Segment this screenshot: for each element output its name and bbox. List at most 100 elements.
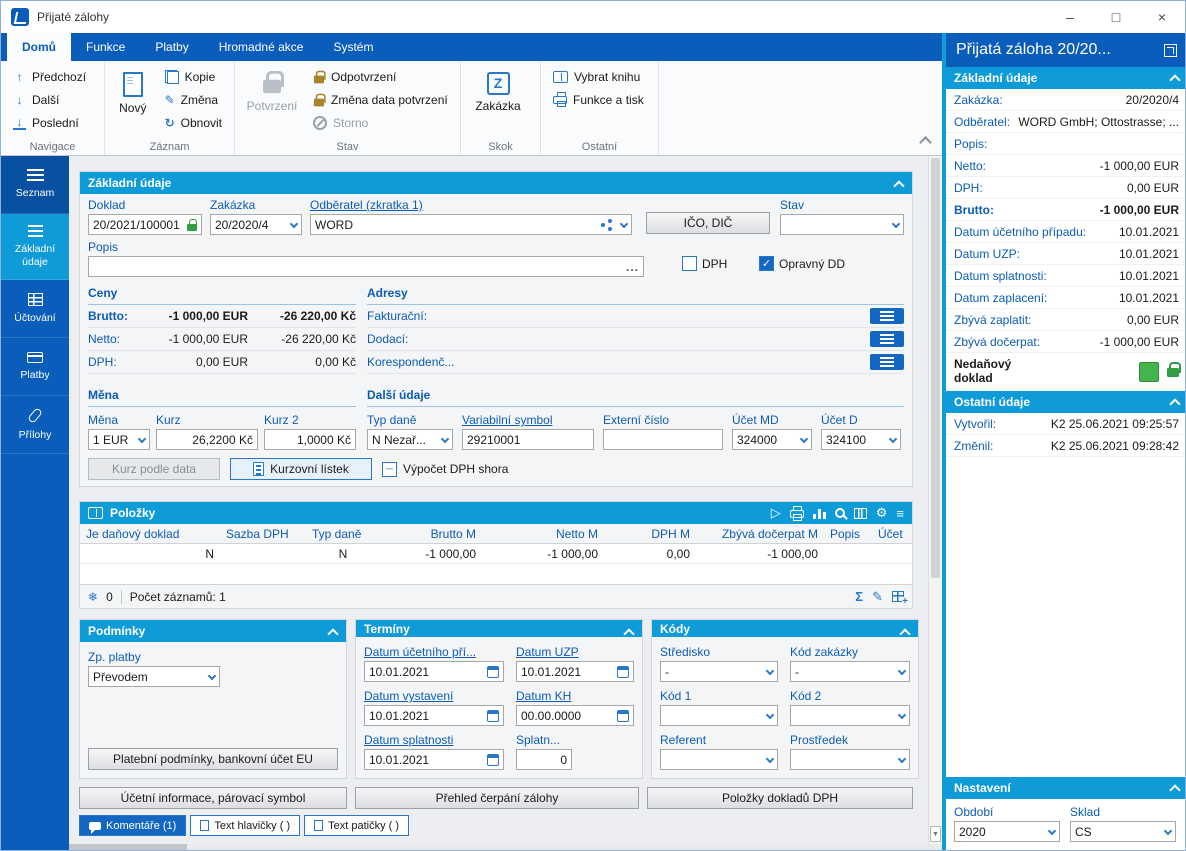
stredisko-combo[interactable]: - (660, 661, 778, 682)
prehled-cerpani-button[interactable]: Přehled čerpání zálohy (355, 787, 639, 809)
table-row[interactable]: N N -1 000,00 -1 000,00 0,00 -1 000,00 (80, 544, 912, 564)
zakazka-button[interactable]: Z Zakázka (467, 65, 529, 139)
vertical-scrollbar[interactable]: ▼ (928, 156, 942, 844)
column-header[interactable]: Brutto M (380, 527, 482, 541)
collapse-icon[interactable] (1169, 397, 1181, 410)
ucet-d-combo[interactable]: 324100 (821, 429, 901, 450)
tab-domu[interactable]: Domů (7, 33, 71, 61)
chevron-down-icon[interactable] (1047, 826, 1057, 835)
dalsi-button[interactable]: ↓ Další (7, 88, 92, 111)
kurz2-input[interactable]: 1,0000 Kč (264, 429, 356, 450)
kod-zakazky-combo[interactable]: - (790, 661, 910, 682)
predchozi-button[interactable]: ↑ Předchozí (7, 65, 92, 88)
nastaveni-header[interactable]: Nastavení (946, 777, 1185, 799)
terminy-panel-header[interactable]: Termíny (356, 620, 642, 640)
chevron-down-icon[interactable] (1163, 826, 1173, 835)
funkce-a-tisk-button[interactable]: Funkce a tisk (547, 88, 650, 111)
kopie-button[interactable]: Kopie (159, 65, 228, 88)
sklad-combo[interactable]: CS (1070, 821, 1176, 842)
tab-platby[interactable]: Platby (140, 33, 203, 61)
obdobi-combo[interactable]: 2020 (954, 821, 1060, 842)
dph-checkbox[interactable]: DPH (682, 256, 727, 271)
stav-combo[interactable] (780, 214, 904, 235)
scrollbar-thumb[interactable] (69, 844, 187, 850)
scroll-down-button[interactable]: ▼ (930, 826, 941, 842)
sidebar-item-seznam[interactable]: Seznam (1, 156, 69, 214)
popis-input[interactable]: ... (88, 256, 644, 277)
tab-funkce[interactable]: Funkce (71, 33, 140, 61)
chevron-down-icon[interactable] (897, 754, 907, 763)
kurz-input[interactable]: 26,2200 Kč (156, 429, 258, 450)
chevron-down-icon[interactable] (207, 671, 217, 680)
chevron-down-icon[interactable] (888, 434, 898, 443)
address-menu-button[interactable] (870, 308, 904, 324)
summary-ostatni-header[interactable]: Ostatní údaje (946, 391, 1185, 413)
chevron-down-icon[interactable] (765, 666, 775, 675)
odpotvrzeni-button[interactable]: Odpotvrzení (307, 65, 454, 88)
sidebar-item-platby[interactable]: Platby (1, 338, 69, 396)
tab-system[interactable]: Systém (318, 33, 388, 61)
print-icon[interactable] (789, 505, 804, 521)
ribbon-collapse-icon[interactable] (919, 136, 932, 149)
chevron-down-icon[interactable] (765, 754, 775, 763)
platebni-podminky-button[interactable]: Platební podmínky, bankovní účet EU (88, 748, 338, 770)
vypocet-dph-shora-toggle[interactable]: Výpočet DPH shora (382, 461, 508, 477)
kod1-combo[interactable] (660, 705, 778, 726)
kurz-podle-data-button[interactable]: Kurz podle data (88, 458, 220, 480)
referent-combo[interactable] (660, 749, 778, 770)
tab-text-paticky[interactable]: Text patičky ( ) (304, 815, 410, 836)
menu-icon[interactable]: ≡ (896, 506, 904, 521)
opravny-dd-checkbox[interactable]: Opravný DD (759, 256, 845, 271)
odberatel-combo[interactable]: WORD (310, 214, 632, 235)
maximize-button[interactable]: □ (1093, 1, 1139, 33)
grid-add-icon[interactable] (892, 591, 908, 607)
typ-dane-combo[interactable]: N Nezař... (367, 429, 453, 450)
collapse-icon[interactable] (893, 180, 905, 192)
sum-icon[interactable]: Σ (855, 589, 863, 604)
externi-cislo-input[interactable] (603, 429, 723, 450)
collapse-icon[interactable] (1169, 783, 1181, 796)
column-header[interactable]: Typ daně (306, 527, 380, 541)
edit-icon[interactable]: ✎ (872, 589, 883, 605)
sidebar-item-zakladni-udaje[interactable]: Základní údaje (1, 214, 69, 280)
chevron-down-icon[interactable] (765, 710, 775, 719)
kod2-combo[interactable] (790, 705, 910, 726)
collapse-icon[interactable] (327, 628, 339, 640)
vybrat-knihu-button[interactable]: Vybrat knihu (547, 65, 650, 88)
chart-icon[interactable] (812, 507, 826, 519)
column-header[interactable]: Účet (872, 527, 912, 541)
tab-text-hlavicky[interactable]: Text hlavičky ( ) (190, 815, 301, 836)
partner-lookup-icon[interactable] (601, 218, 613, 231)
calendar-icon[interactable] (487, 709, 499, 722)
tab-hromadne-akce[interactable]: Hromadné akce (204, 33, 319, 61)
date-input[interactable]: 10.01.2021 (364, 705, 504, 726)
chevron-down-icon[interactable] (891, 219, 901, 228)
polozky-panel-header[interactable]: Položky ▷ ⚙ ≡ (80, 502, 912, 524)
address-menu-button[interactable] (870, 331, 904, 347)
open-in-window-icon[interactable] (1164, 43, 1177, 57)
prostredek-combo[interactable] (790, 749, 910, 770)
tab-komentare[interactable]: Komentáře (1) (79, 815, 187, 836)
potvrzeni-button[interactable]: Potvrzení (241, 65, 303, 139)
column-header[interactable]: Popis (824, 527, 872, 541)
chevron-down-icon[interactable] (897, 666, 907, 675)
chevron-down-icon[interactable] (137, 434, 147, 443)
chevron-down-icon[interactable] (289, 219, 299, 228)
mena-combo[interactable]: 1 EUR (88, 429, 150, 450)
column-header[interactable]: Netto M (482, 527, 604, 541)
address-menu-button[interactable] (870, 354, 904, 370)
calendar-icon[interactable] (487, 665, 499, 678)
ucet-md-combo[interactable]: 324000 (732, 429, 812, 450)
posledni-button[interactable]: ↓ Poslední (7, 111, 92, 134)
columns-icon[interactable] (853, 507, 867, 519)
date-input[interactable]: 10.01.2021 (364, 749, 504, 770)
collapse-icon[interactable] (1169, 73, 1181, 86)
filter-snowflake-icon[interactable]: ❄ (88, 590, 98, 604)
zp-platby-combo[interactable]: Převodem (88, 666, 220, 687)
column-header[interactable]: Zbývá dočerpat M (696, 527, 824, 541)
zakladni-udaje-panel-header[interactable]: Základní údaje (80, 172, 912, 194)
column-header[interactable]: DPH M (604, 527, 696, 541)
zmena-button[interactable]: ✎ Změna (159, 88, 228, 111)
chevron-down-icon[interactable] (799, 434, 809, 443)
gear-icon[interactable]: ⚙ (876, 505, 888, 521)
